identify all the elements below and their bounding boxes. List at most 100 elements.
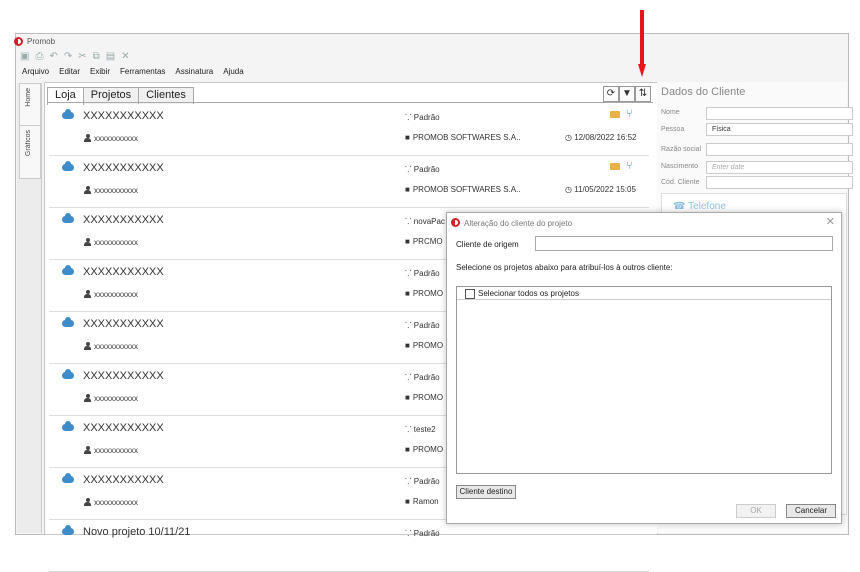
person-icon (84, 186, 91, 194)
branch-label: Padrão (413, 113, 440, 122)
person-icon (84, 290, 91, 298)
branch-icon: ⸪ (405, 113, 414, 122)
project-name: XXXXXXXXXXX (83, 474, 164, 486)
branch-icon: ⸪ (405, 217, 414, 226)
pessoa-label: Pessoa (661, 126, 685, 133)
branch-label: novaPac (413, 217, 445, 226)
project-date: ◷ 12/08/2022 16:52 (565, 133, 636, 142)
project-name: XXXXXXXXXXX (83, 110, 164, 122)
menu-exibir[interactable]: Exibir (90, 67, 110, 76)
project-client: xxxxxxxxxxx (94, 238, 138, 247)
menu-assinatura[interactable]: Assinatura (175, 67, 213, 76)
side-tab-home[interactable]: Home (19, 83, 41, 127)
project-branch: ⸪ Padrão (405, 164, 440, 175)
project-name: XXXXXXXXXXX (83, 162, 164, 174)
cliente-destino-button[interactable]: Cliente destino (456, 485, 516, 499)
telefone-label: Telefone (688, 201, 726, 212)
share-icon[interactable]: ⑂ (626, 109, 637, 120)
person-icon (84, 342, 91, 350)
person-icon (84, 498, 91, 506)
project-company: PROMO (405, 341, 443, 350)
close-icon[interactable]: ✕ (826, 215, 835, 228)
projects-select-list: Selecionar todos os projetos (456, 286, 832, 474)
razao-field[interactable] (706, 143, 853, 156)
branch-label: Padrão (413, 321, 440, 330)
toolbar: ▣ ⎙ ↶ ↷ ✂ ⧉ ▤ ✕ (20, 50, 130, 62)
cloud-icon (62, 473, 74, 483)
client-panel-title: Dados do Cliente (661, 86, 746, 98)
delete-icon[interactable]: ✕ (121, 51, 129, 62)
razao-label: Razão social (661, 146, 702, 153)
person-icon (84, 394, 91, 402)
phone-icon: ☎ (673, 201, 686, 212)
branch-label: Padrão (413, 529, 440, 538)
undo-icon[interactable]: ↶ (49, 51, 57, 62)
project-client: xxxxxxxxxxx (94, 498, 138, 507)
dialog-title: Alteração do cliente do projeto (464, 219, 573, 228)
project-company: Ramon (405, 497, 439, 506)
filter-icon[interactable]: ▼ (619, 86, 635, 102)
change-client-dialog: Alteração do cliente do projeto ✕ Client… (446, 212, 842, 524)
branch-icon: ⸪ (405, 165, 414, 174)
print-icon[interactable]: ⎙ (35, 51, 43, 62)
menu-arquivo[interactable]: Arquivo (22, 67, 49, 76)
project-date: ◷ 11/05/2022 15:05 (565, 185, 636, 194)
branch-icon: ⸪ (405, 529, 414, 538)
cod-field[interactable] (706, 176, 853, 189)
select-all-checkbox[interactable] (465, 289, 475, 299)
project-client: xxxxxxxxxxx (94, 342, 138, 351)
branch-label: Padrão (413, 269, 440, 278)
project-client: xxxxxxxxxxx (94, 290, 138, 299)
project-row[interactable]: Novo projeto 10/11/21 ⸪ Padrão (49, 520, 649, 572)
project-company: PROMOB SOFTWARES S.A.. (405, 185, 521, 194)
project-name: XXXXXXXXXXX (83, 318, 164, 330)
cancel-button[interactable]: Cancelar (786, 504, 836, 518)
project-company: PROMO (405, 289, 443, 298)
project-branch: ⸪ Padrão (405, 268, 440, 279)
nome-field[interactable] (706, 107, 853, 120)
ok-button[interactable]: OK (736, 504, 776, 518)
cod-label: Cód. Cliente (661, 179, 700, 186)
menu-ajuda[interactable]: Ajuda (223, 67, 243, 76)
save-icon[interactable]: ▣ (20, 51, 29, 62)
paste-icon[interactable]: ▤ (106, 51, 115, 62)
menu-editar[interactable]: Editar (59, 67, 80, 76)
cloud-icon (62, 161, 74, 171)
folder-icon[interactable] (610, 111, 620, 118)
tab-divider (47, 102, 653, 103)
project-row[interactable]: XXXXXXXXXXX xxxxxxxxxxx ⸪ Padrão PROMOB SOF… (49, 156, 649, 208)
cloud-icon (62, 317, 74, 327)
pessoa-select[interactable]: Física (706, 123, 853, 136)
copy-icon[interactable]: ⧉ (93, 51, 100, 62)
nascimento-label: Nascimento (661, 163, 698, 170)
folder-icon[interactable] (610, 163, 620, 170)
redo-icon[interactable]: ↷ (64, 51, 72, 62)
project-row[interactable]: XXXXXXXXXXX xxxxxxxxxxx ⸪ Padrão PROMOB SOF… (49, 104, 649, 156)
side-tab-graficos[interactable]: Gráficos (19, 125, 41, 179)
person-icon (84, 134, 91, 142)
sort-icon[interactable]: ⇅ (635, 86, 651, 102)
cloud-icon (62, 421, 74, 431)
project-name: Novo projeto 10/11/21 (83, 526, 191, 538)
cloud-icon (62, 265, 74, 275)
app-title: Promob (27, 36, 56, 46)
cut-icon[interactable]: ✂ (78, 51, 86, 62)
share-icon[interactable]: ⑂ (626, 161, 637, 172)
origem-label: Cliente de origem (456, 240, 519, 249)
project-name: XXXXXXXXXXX (83, 266, 164, 278)
date-label: 11/05/2022 15:05 (574, 185, 636, 194)
nascimento-field[interactable]: Enter date (706, 161, 853, 174)
title-bar: Promob (14, 35, 55, 47)
origem-field[interactable] (535, 236, 833, 251)
project-company: PROMO (405, 393, 443, 402)
branch-icon: ⸪ (405, 477, 414, 486)
refresh-icon[interactable]: ⟳ (603, 86, 619, 102)
branch-label: Padrão (413, 373, 440, 382)
project-name: XXXXXXXXXXX (83, 422, 164, 434)
menu-ferramentas[interactable]: Ferramentas (120, 67, 165, 76)
select-all-row[interactable]: Selecionar todos os projetos (457, 287, 831, 300)
project-name: XXXXXXXXXXX (83, 214, 164, 226)
project-client: xxxxxxxxxxx (94, 446, 138, 455)
side-tab-home-label: Home (25, 88, 32, 107)
project-client: xxxxxxxxxxx (94, 394, 138, 403)
